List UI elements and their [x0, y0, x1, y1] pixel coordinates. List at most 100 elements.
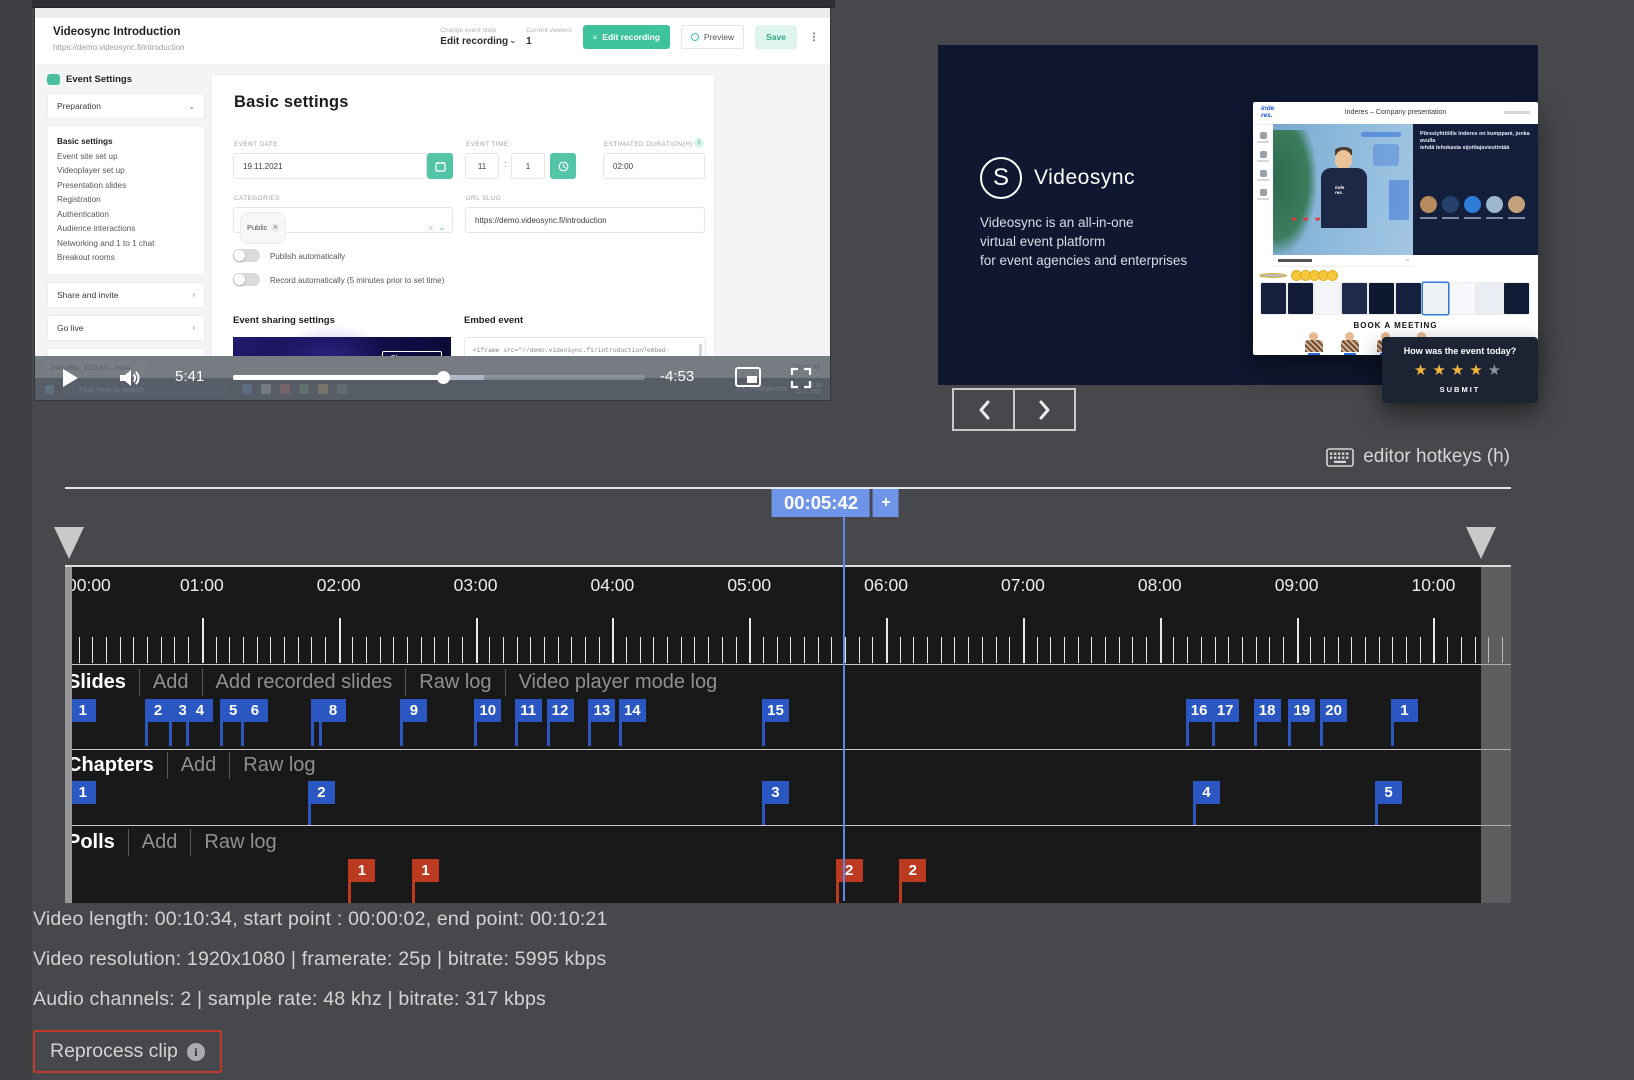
star-icon[interactable]: ★: [1488, 362, 1506, 379]
kebab-menu-icon[interactable]: ⋮: [808, 30, 820, 44]
filmstrip-thumb[interactable]: [1261, 283, 1286, 314]
star-rating[interactable]: ★★★★★: [1382, 361, 1538, 379]
filmstrip-thumb[interactable]: [1450, 283, 1475, 314]
category-chip[interactable]: Public✕: [240, 212, 286, 244]
slides-marker-17[interactable]: 17: [1212, 699, 1239, 722]
polls-marker-2[interactable]: 2: [836, 859, 863, 882]
volume-icon[interactable]: [117, 367, 141, 394]
slides-marker-14[interactable]: 14: [619, 699, 646, 722]
chevron-down-icon[interactable]: ›: [430, 228, 456, 231]
event-time-minutes-input[interactable]: 1: [511, 153, 545, 179]
sidebar-item[interactable]: Event site set up: [57, 150, 195, 165]
clock-icon[interactable]: [550, 153, 576, 179]
slides-marker-1[interactable]: 1: [69, 699, 96, 722]
duration-input[interactable]: 02:00: [603, 153, 705, 179]
fullscreen-icon[interactable]: [790, 367, 812, 394]
sidebar-group-preparation[interactable]: Preparation⌄: [47, 93, 205, 119]
progress-track[interactable]: [233, 375, 645, 380]
slides-marker-6[interactable]: 6: [241, 699, 268, 722]
slides-marker-1[interactable]: 1: [1391, 699, 1418, 722]
preview-button[interactable]: Preview: [681, 25, 744, 49]
reaction-emoji-icon[interactable]: [1327, 270, 1338, 281]
slides-marker-16[interactable]: 16: [1186, 699, 1213, 722]
polls-action-add[interactable]: Add: [142, 831, 178, 854]
slides-action-add[interactable]: Add: [153, 671, 189, 694]
filmstrip-thumb[interactable]: [1504, 283, 1529, 314]
reprocess-clip-button[interactable]: Reprocess clip i: [33, 1030, 222, 1073]
slides-marker-8[interactable]: 8: [319, 699, 346, 722]
star-icon[interactable]: ★: [1414, 362, 1432, 379]
slides-marker-4[interactable]: 4: [186, 699, 213, 722]
playhead[interactable]: [843, 517, 845, 901]
slides-marker-20[interactable]: 20: [1320, 699, 1347, 722]
sidebar-item[interactable]: Presentation slides: [57, 179, 195, 194]
record-automatically-toggle[interactable]: [233, 273, 260, 286]
sidebar-item[interactable]: Registration: [57, 193, 195, 208]
sidebar-item[interactable]: Basic settings: [57, 135, 195, 150]
submit-button[interactable]: SUBMIT: [1382, 385, 1538, 394]
star-icon[interactable]: ★: [1469, 362, 1487, 379]
chapters-marker-2[interactable]: 2: [308, 781, 335, 804]
save-button[interactable]: Save: [755, 25, 797, 49]
sidebar-item[interactable]: Audience interactions: [57, 222, 195, 237]
slides-marker-13[interactable]: 13: [588, 699, 615, 722]
trim-end-handle[interactable]: [1466, 527, 1496, 559]
sidebar-item[interactable]: Videoplayer set up: [57, 164, 195, 179]
slides-marker-10[interactable]: 10: [474, 699, 501, 722]
categories-select[interactable]: Public✕ ✕›: [233, 207, 453, 233]
slides-action-video-player-mode-log[interactable]: Video player mode log: [519, 671, 718, 694]
slides-action-add-recorded-slides[interactable]: Add recorded slides: [216, 671, 393, 694]
progress-knob[interactable]: [437, 371, 450, 384]
filmstrip-thumb[interactable]: [1288, 283, 1313, 314]
picture-in-picture-icon[interactable]: [735, 367, 761, 392]
event-time-hours-input[interactable]: 11: [465, 153, 499, 179]
play-icon[interactable]: [63, 369, 78, 387]
chapters-action-add[interactable]: Add: [181, 754, 217, 777]
filmstrip-thumb[interactable]: [1477, 283, 1502, 314]
edit-recording-button[interactable]: ≡Edit recording: [583, 25, 670, 49]
next-slide-button[interactable]: [1013, 390, 1074, 429]
chapters-action-raw-log[interactable]: Raw log: [243, 754, 315, 777]
add-cue-button[interactable]: +: [873, 489, 899, 517]
remove-chip-icon[interactable]: ✕: [271, 224, 279, 232]
filmstrip-thumb[interactable]: [1369, 283, 1394, 314]
filmstrip-thumb[interactable]: [1396, 283, 1421, 314]
star-icon[interactable]: ★: [1451, 362, 1469, 379]
chapters-marker-4[interactable]: 4: [1193, 781, 1220, 804]
star-icon[interactable]: ★: [1432, 362, 1450, 379]
chapters-marker-1[interactable]: 1: [69, 781, 96, 804]
sidebar-item[interactable]: Authentication: [57, 208, 195, 223]
slides-marker-11[interactable]: 11: [515, 699, 542, 722]
chapters-marker-5[interactable]: 5: [1375, 781, 1402, 804]
polls-action-raw-log[interactable]: Raw log: [204, 831, 276, 854]
publish-automatically-toggle[interactable]: [233, 249, 260, 262]
polls-marker-1[interactable]: 1: [412, 859, 439, 882]
slides-action-raw-log[interactable]: Raw log: [419, 671, 491, 694]
filmstrip-thumb[interactable]: [1315, 283, 1340, 314]
slides-marker-2[interactable]: 2: [145, 699, 172, 722]
previous-slide-button[interactable]: [954, 390, 1013, 429]
filmstrip-thumb[interactable]: [1423, 283, 1448, 314]
calendar-icon[interactable]: [427, 153, 453, 179]
url-slug-input[interactable]: https://demo.videosync.fi/introduction: [465, 207, 705, 233]
slides-marker-15[interactable]: 15: [762, 699, 789, 722]
slides-marker-18[interactable]: 18: [1254, 699, 1281, 722]
polls-marker-2[interactable]: 2: [899, 859, 926, 882]
editor-hotkeys[interactable]: editor hotkeys (h): [1326, 446, 1510, 468]
video-player[interactable]: Videosync Introduction https://demo.vide…: [35, 8, 830, 400]
event-state-dropdown[interactable]: Edit recording›: [440, 36, 515, 47]
polls-marker-1[interactable]: 1: [348, 859, 375, 882]
chapters-marker-3[interactable]: 3: [762, 781, 789, 804]
slides-marker-12[interactable]: 12: [547, 699, 574, 722]
sidebar-group-go-live[interactable]: Go live›: [47, 315, 205, 341]
sidebar-item[interactable]: Networking and 1 to 1 chat: [57, 237, 195, 252]
filmstrip-thumb[interactable]: [1342, 283, 1367, 314]
sidebar-group-share-invite[interactable]: Share and invite›: [47, 282, 205, 308]
event-date-input[interactable]: 19.11.2021: [233, 153, 427, 179]
slides-marker-19[interactable]: 19: [1288, 699, 1315, 722]
ruler-tick: [1064, 637, 1065, 663]
slides-marker-9[interactable]: 9: [400, 699, 427, 722]
trim-start-bar[interactable]: [65, 567, 72, 903]
sidebar-item[interactable]: Breakout rooms: [57, 251, 195, 266]
trim-start-handle[interactable]: [54, 527, 84, 559]
